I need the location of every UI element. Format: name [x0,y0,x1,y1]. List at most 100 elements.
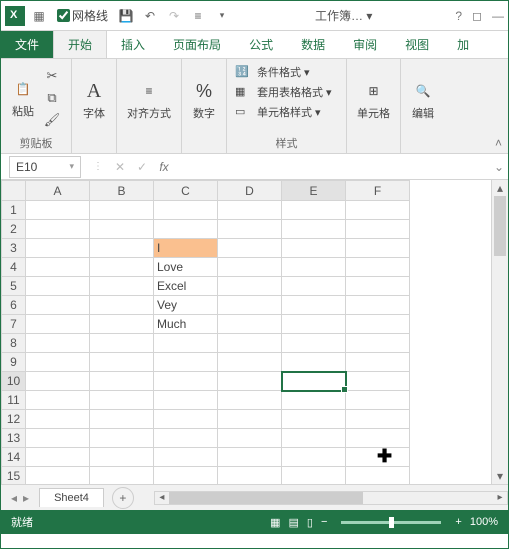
paste-button[interactable]: 📋 粘贴 [9,75,37,121]
confirm-icon[interactable]: ✓ [131,156,153,178]
cell[interactable] [346,429,410,448]
cell[interactable] [154,410,218,429]
zoom-in-button[interactable]: + [455,516,461,528]
cell[interactable] [26,258,90,277]
row-header[interactable]: 2 [2,220,26,239]
cell[interactable] [282,448,346,467]
cell[interactable] [218,391,282,410]
cell[interactable] [90,277,154,296]
add-sheet-button[interactable]: + [112,487,134,509]
cell[interactable] [154,429,218,448]
column-header[interactable]: D [218,181,282,201]
row-header[interactable]: 14 [2,448,26,467]
conditional-format-button[interactable]: 🔢 条件格式 ▾ [235,63,310,81]
number-button[interactable]: % 数字 [190,77,218,123]
row-header[interactable]: 9 [2,353,26,372]
column-header[interactable]: E [282,181,346,201]
cell[interactable] [26,391,90,410]
qat-dropdown-icon[interactable]: ▾ [212,6,232,26]
row-header[interactable]: 1 [2,201,26,220]
cell[interactable] [26,372,90,391]
cell[interactable] [218,258,282,277]
select-all-corner[interactable] [2,181,26,201]
cell[interactable]: I [154,239,218,258]
page-layout-view-icon[interactable]: ▤ [289,516,299,529]
cell[interactable] [90,372,154,391]
row-header[interactable]: 15 [2,467,26,485]
cell[interactable] [282,429,346,448]
editing-button[interactable]: 🔍 编辑 [409,77,437,123]
cell[interactable] [154,353,218,372]
cut-icon[interactable]: ✂ [41,67,63,85]
scroll-left-icon[interactable]: ◂ [155,492,169,504]
row-header[interactable]: 11 [2,391,26,410]
format-painter-icon[interactable]: 🖌 [41,111,63,129]
cell[interactable] [218,239,282,258]
cell[interactable] [90,296,154,315]
horizontal-scrollbar[interactable]: ◂ ▸ [154,491,508,505]
cell[interactable] [90,410,154,429]
cell[interactable] [218,334,282,353]
tab-formulas[interactable]: 公式 [235,31,287,58]
sheet-nav-prev-icon[interactable]: ◂ [11,491,17,505]
cell[interactable] [26,334,90,353]
row-header[interactable]: 6 [2,296,26,315]
cell[interactable] [90,258,154,277]
vertical-scrollbar[interactable]: ▴ ▾ [491,180,508,484]
list-icon[interactable]: ≡ [188,6,208,26]
tab-file[interactable]: 文件 [1,31,53,58]
cell[interactable] [346,277,410,296]
worksheet-grid[interactable]: ABCDEF123I4Love5Excel6Vey7Much8910111213… [1,180,508,484]
fx-icon[interactable]: fx [153,156,175,178]
scroll-down-icon[interactable]: ▾ [492,468,508,484]
cell[interactable] [282,391,346,410]
cell[interactable] [154,448,218,467]
cell[interactable] [26,353,90,372]
cell[interactable] [218,220,282,239]
cell[interactable] [346,296,410,315]
cell[interactable]: Love [154,258,218,277]
cancel-icon[interactable]: ✕ [109,156,131,178]
column-header[interactable]: F [346,181,410,201]
scroll-right-icon[interactable]: ▸ [493,492,507,504]
cell[interactable] [154,220,218,239]
cell[interactable] [218,410,282,429]
cell[interactable] [346,315,410,334]
tab-data[interactable]: 数据 [287,31,339,58]
cell[interactable] [218,467,282,485]
cell[interactable] [282,334,346,353]
formula-menu-icon[interactable]: ⋮ [87,156,109,178]
cell[interactable] [26,277,90,296]
cell[interactable] [282,315,346,334]
cell[interactable] [26,429,90,448]
column-header[interactable]: C [154,181,218,201]
row-header[interactable]: 12 [2,410,26,429]
cell[interactable] [90,220,154,239]
cell[interactable]: Much [154,315,218,334]
cell[interactable] [346,448,410,467]
cell[interactable] [346,391,410,410]
row-header[interactable]: 4 [2,258,26,277]
gridlines-checkbox[interactable]: 网格线 [57,7,108,24]
cell[interactable] [282,353,346,372]
cell[interactable] [26,220,90,239]
cell[interactable] [282,258,346,277]
cell[interactable] [282,239,346,258]
font-button[interactable]: A 字体 [80,77,108,123]
cell[interactable] [218,448,282,467]
sheet-tab[interactable]: Sheet4 [39,488,104,507]
cell[interactable] [26,296,90,315]
copy-icon[interactable]: ⧉ [41,89,63,107]
cell[interactable] [282,201,346,220]
cell[interactable] [218,429,282,448]
row-header[interactable]: 3 [2,239,26,258]
grid-icon[interactable]: ▦ [29,6,49,26]
cell[interactable] [346,239,410,258]
cell[interactable] [154,391,218,410]
cell[interactable] [346,201,410,220]
cell[interactable] [346,410,410,429]
cell[interactable] [282,372,346,391]
tab-insert[interactable]: 插入 [107,31,159,58]
cell[interactable] [154,372,218,391]
cell[interactable] [26,467,90,485]
